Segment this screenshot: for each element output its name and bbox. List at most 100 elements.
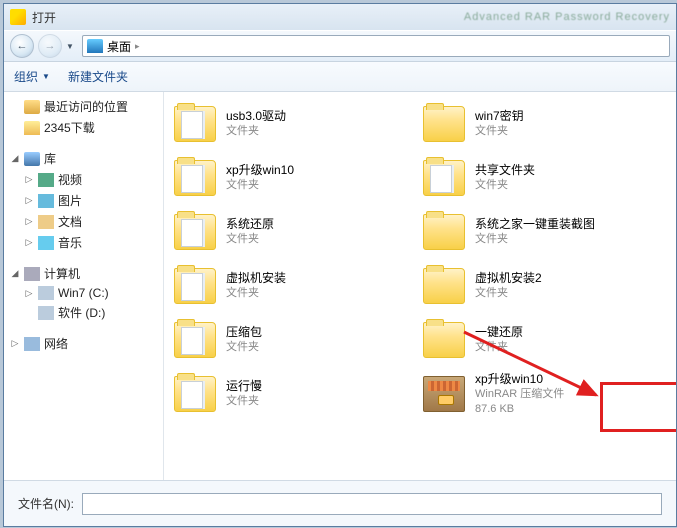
- file-name: xp升级win10: [475, 372, 564, 387]
- file-name: 一键还原: [475, 325, 523, 340]
- library-icon: [24, 152, 40, 166]
- tree-video[interactable]: ▷视频: [6, 169, 161, 190]
- tree-network[interactable]: ▷网络: [6, 333, 161, 354]
- tree-computer[interactable]: ◢计算机: [6, 263, 161, 284]
- filename-label: 文件名(N):: [18, 495, 74, 512]
- file-type-label: 文件夹: [475, 340, 523, 355]
- file-name: 虚拟机安装2: [475, 271, 542, 286]
- file-type-label: 文件夹: [226, 178, 294, 193]
- file-name: 系统还原: [226, 217, 274, 232]
- file-name: 运行慢: [226, 379, 262, 394]
- file-item[interactable]: usb3.0驱动文件夹: [174, 102, 413, 146]
- expand-icon[interactable]: ▷: [24, 216, 34, 227]
- titlebar[interactable]: 打开 Advanced RAR Password Recovery: [4, 4, 676, 30]
- file-item[interactable]: xp升级win10文件夹: [174, 156, 413, 200]
- file-type-label: 文件夹: [475, 232, 595, 247]
- file-item[interactable]: xp升级win10WinRAR 压缩文件87.6 KB: [423, 372, 662, 416]
- tree-downloads[interactable]: 2345下载: [6, 117, 161, 138]
- file-name: 虚拟机安装: [226, 271, 286, 286]
- breadcrumb-desktop[interactable]: 桌面: [107, 38, 131, 55]
- file-type-label: WinRAR 压缩文件: [475, 387, 564, 402]
- file-type-label: 文件夹: [475, 286, 542, 301]
- file-type-label: 文件夹: [226, 124, 286, 139]
- folder-icon: [174, 106, 216, 142]
- file-name: usb3.0驱动: [226, 109, 286, 124]
- back-button[interactable]: ←: [10, 34, 34, 58]
- tree-pictures[interactable]: ▷图片: [6, 190, 161, 211]
- file-list[interactable]: usb3.0驱动文件夹win7密钥文件夹xp升级win10文件夹共享文件夹文件夹…: [164, 92, 676, 480]
- file-name: 压缩包: [226, 325, 262, 340]
- folder-icon: [423, 106, 465, 142]
- folder-icon: [174, 376, 216, 412]
- collapse-icon[interactable]: ◢: [10, 268, 20, 279]
- background-window-title: Advanced RAR Password Recovery: [464, 11, 670, 23]
- file-type-label: 文件夹: [226, 394, 262, 409]
- recent-icon: [24, 100, 40, 114]
- documents-icon: [38, 215, 54, 229]
- expand-icon[interactable]: ▷: [24, 174, 34, 185]
- music-icon: [38, 236, 54, 250]
- expand-icon[interactable]: ▷: [10, 338, 20, 349]
- file-item[interactable]: 共享文件夹文件夹: [423, 156, 662, 200]
- tree-drive-c[interactable]: ▷Win7 (C:): [6, 284, 161, 302]
- history-dropdown-icon[interactable]: ▼: [66, 42, 78, 51]
- folder-icon: [24, 121, 40, 135]
- file-name: 系统之家一键重装截图: [475, 217, 595, 232]
- file-item[interactable]: 运行慢文件夹: [174, 372, 413, 416]
- tree-library[interactable]: ◢库: [6, 148, 161, 169]
- pictures-icon: [38, 194, 54, 208]
- footer: 文件名(N):: [4, 480, 676, 526]
- collapse-icon[interactable]: ◢: [10, 153, 20, 164]
- forward-button[interactable]: →: [38, 34, 62, 58]
- expand-icon[interactable]: ▷: [24, 288, 34, 299]
- file-type-label: 文件夹: [226, 286, 286, 301]
- toolbar: 组织 ▼ 新建文件夹: [4, 62, 676, 92]
- chevron-right-icon[interactable]: ▸: [135, 41, 140, 52]
- file-item[interactable]: 虚拟机安装2文件夹: [423, 264, 662, 308]
- file-item[interactable]: 一键还原文件夹: [423, 318, 662, 362]
- organize-button[interactable]: 组织 ▼: [14, 68, 50, 85]
- drive-icon: [38, 286, 54, 300]
- app-icon: [10, 9, 26, 25]
- filename-input[interactable]: [82, 493, 662, 515]
- file-item[interactable]: 虚拟机安装文件夹: [174, 264, 413, 308]
- folder-icon: [423, 160, 465, 196]
- chevron-down-icon: ▼: [42, 72, 50, 81]
- computer-icon: [24, 267, 40, 281]
- file-type-label: 文件夹: [226, 232, 274, 247]
- folder-icon: [423, 214, 465, 250]
- navigation-tree[interactable]: 最近访问的位置 2345下载 ◢库 ▷视频 ▷图片 ▷文档 ▷音乐 ◢计算机 ▷…: [4, 92, 164, 480]
- file-name: 共享文件夹: [475, 163, 535, 178]
- file-type-label: 文件夹: [475, 124, 524, 139]
- desktop-icon: [87, 39, 103, 53]
- video-icon: [38, 173, 54, 187]
- tree-music[interactable]: ▷音乐: [6, 232, 161, 253]
- expand-icon[interactable]: ▷: [24, 237, 34, 248]
- file-item[interactable]: 系统之家一键重装截图文件夹: [423, 210, 662, 254]
- file-name: xp升级win10: [226, 163, 294, 178]
- file-size-label: 87.6 KB: [475, 402, 564, 417]
- rar-archive-icon: [423, 376, 465, 412]
- network-icon: [24, 337, 40, 351]
- file-name: win7密钥: [475, 109, 524, 124]
- folder-icon: [174, 322, 216, 358]
- tree-drive-d[interactable]: 软件 (D:): [6, 302, 161, 323]
- open-dialog: 打开 Advanced RAR Password Recovery ← → ▼ …: [3, 3, 677, 527]
- file-item[interactable]: 压缩包文件夹: [174, 318, 413, 362]
- folder-icon: [174, 214, 216, 250]
- folder-icon: [423, 268, 465, 304]
- file-item[interactable]: win7密钥文件夹: [423, 102, 662, 146]
- file-item[interactable]: 系统还原文件夹: [174, 210, 413, 254]
- folder-icon: [423, 322, 465, 358]
- tree-recent[interactable]: 最近访问的位置: [6, 96, 161, 117]
- drive-icon: [38, 306, 54, 320]
- expand-icon[interactable]: ▷: [24, 195, 34, 206]
- new-folder-button[interactable]: 新建文件夹: [68, 68, 128, 85]
- tree-documents[interactable]: ▷文档: [6, 211, 161, 232]
- window-title: 打开: [32, 9, 438, 26]
- folder-icon: [174, 268, 216, 304]
- body: 最近访问的位置 2345下载 ◢库 ▷视频 ▷图片 ▷文档 ▷音乐 ◢计算机 ▷…: [4, 92, 676, 480]
- navigation-bar: ← → ▼ 桌面 ▸: [4, 30, 676, 62]
- address-bar[interactable]: 桌面 ▸: [82, 35, 670, 57]
- file-type-label: 文件夹: [226, 340, 262, 355]
